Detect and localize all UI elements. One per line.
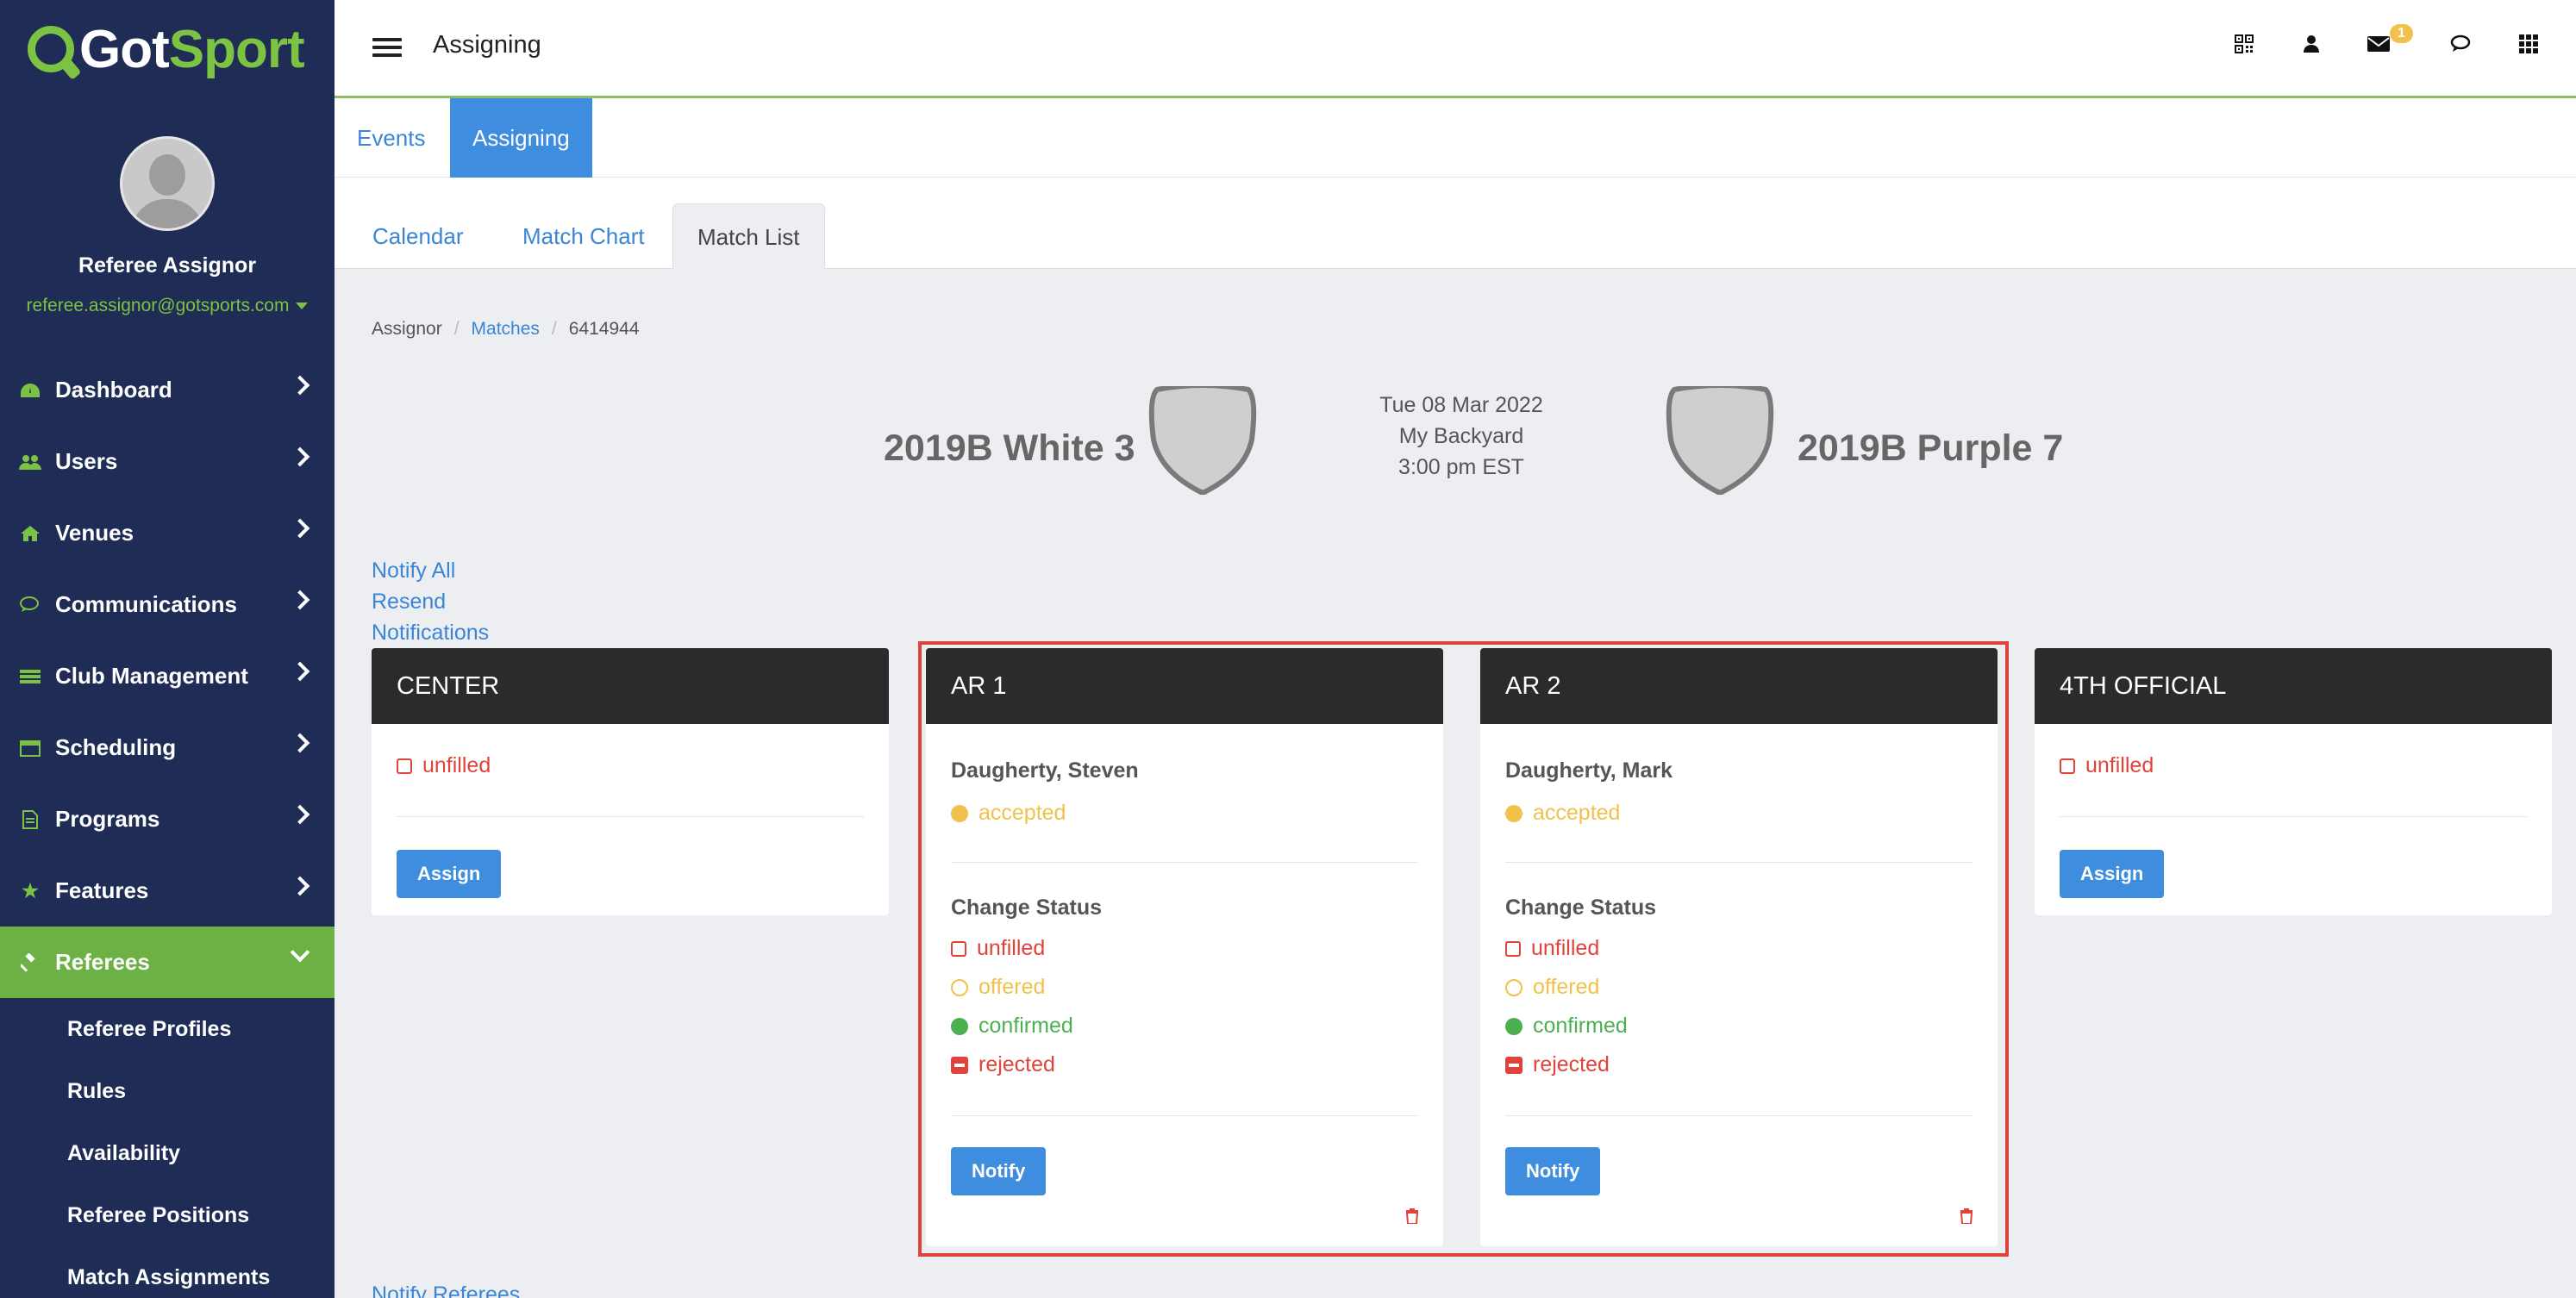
logo-text-got: Got [79,19,170,79]
sidebar-item-programs[interactable]: Programs [0,783,335,855]
sidebar-item-label: Dashboard [55,377,172,403]
sidebar-item-label: Scheduling [55,734,177,760]
tab-match-chart[interactable]: Match Chart [498,203,669,269]
status-unfilled: unfilled [397,753,864,778]
user-profile: Referee Assignor referee.assignor@gotspo… [0,98,335,316]
sidebar-item-scheduling[interactable]: Scheduling [0,712,335,783]
logo-text-sport: Sport [168,19,305,79]
logo-mark-icon [28,26,74,72]
square-outline-icon [397,758,412,774]
chevron-right-icon [290,733,310,753]
notify-referees-link[interactable]: Notify Referees [372,1282,520,1298]
notifications-link[interactable]: Notifications [372,617,489,648]
breadcrumb: Assignor / Matches/6414944 [372,319,640,339]
caret-down-icon [296,303,309,310]
assign-button[interactable]: Assign [397,850,502,898]
match-info: Tue 08 Mar 2022 My Backyard 3:00 pm EST [1362,390,1560,483]
sidebar-subitem-referee-positions[interactable]: Referee Positions [0,1184,335,1246]
sidebar: GotSport Referee Assignor referee.assign… [0,0,335,1298]
gavel-icon [19,952,41,972]
chat-icon [19,596,41,615]
list-icon [19,667,41,686]
breadcrumb-match-id: 6414944 [568,319,640,339]
chevron-right-icon [290,804,310,825]
sidebar-item-label: Communications [55,591,237,617]
sidebar-item-label: Club Management [55,663,248,689]
chat-icon[interactable] [2448,31,2474,57]
notify-all-link[interactable]: Notify All [372,555,489,586]
card-title: CENTER [372,648,889,724]
sidebar-item-label: Users [55,448,118,474]
hamburger-menu-icon[interactable] [372,38,402,57]
chevron-right-icon [290,876,310,896]
mail-badge: 1 [2390,24,2413,43]
sidebar-item-label: Features [55,877,149,903]
center-card: CENTER unfilled Assign [372,648,889,915]
top-bar: Assigning 1 [335,0,2576,98]
tab-events[interactable]: Events [335,98,448,178]
sidebar-item-referees[interactable]: Referees [0,927,335,998]
home-icon [19,524,41,543]
dashboard-icon [19,381,41,400]
tab-calendar[interactable]: Calendar [348,203,488,269]
home-team-name: 2019B White 3 [884,427,1135,469]
sidebar-item-club-management[interactable]: Club Management [0,640,335,712]
sidebar-item-venues[interactable]: Venues [0,497,335,569]
highlight-box [918,641,2009,1257]
document-icon [19,809,41,829]
sidebar-item-label: Venues [55,520,134,546]
apps-grid-icon[interactable] [2516,31,2542,57]
sidebar-subitem-availability[interactable]: Availability [0,1122,335,1184]
chevron-right-icon [290,375,310,396]
gotsport-logo[interactable]: GotSport [0,0,335,98]
status-unfilled: unfilled [2060,753,2527,778]
match-date: Tue 08 Mar 2022 [1379,393,1543,417]
mail-icon[interactable]: 1 [2366,24,2413,57]
calendar-icon [19,739,41,758]
card-title: 4TH OFFICIAL [2035,648,2552,724]
star-icon: ★ [22,879,39,902]
sidebar-item-dashboard[interactable]: Dashboard [0,354,335,426]
breadcrumb-matches[interactable]: Matches [472,319,540,339]
tab-match-list[interactable]: Match List [672,203,825,269]
sidebar-item-label: Referees [55,949,150,975]
profile-name: Referee Assignor [78,253,257,278]
sidebar-item-users[interactable]: Users [0,426,335,497]
breadcrumb-assignor: Assignor [372,319,442,339]
profile-email-dropdown[interactable]: referee.assignor@gotsports.com [0,296,335,316]
sidebar-item-features[interactable]: ★ Features [0,855,335,927]
fourth-official-card: 4TH OFFICIAL unfilled Assign [2035,648,2552,915]
primary-tabs: Events Assigning [335,98,2576,178]
chevron-right-icon [290,518,310,539]
sidebar-item-label: Programs [55,806,160,832]
home-team-shield-icon [1148,386,1257,495]
secondary-tabs: Calendar Match Chart Match List [335,178,2576,269]
sidebar-subitem-rules[interactable]: Rules [0,1060,335,1122]
chevron-right-icon [290,661,310,682]
square-outline-icon [2060,758,2075,774]
qr-code-icon[interactable] [2231,31,2257,57]
user-icon[interactable] [2298,31,2324,57]
tab-assigning[interactable]: Assigning [450,98,592,178]
resend-link[interactable]: Resend [372,586,489,617]
chevron-right-icon [290,446,310,467]
users-icon [19,452,41,471]
chevron-right-icon [290,590,310,610]
sidebar-subitem-referee-profiles[interactable]: Referee Profiles [0,998,335,1060]
away-team-shield-icon [1666,386,1774,495]
assign-button[interactable]: Assign [2060,850,2165,898]
sidebar-subitem-match-assignments[interactable]: Match Assignments [0,1246,335,1298]
sidebar-item-communications[interactable]: Communications [0,569,335,640]
sidebar-nav: Dashboard Users Venues Communications Cl… [0,354,335,1298]
match-time: 3:00 pm EST [1398,455,1524,479]
page-title: Assigning [433,31,541,59]
away-team-name: 2019B Purple 7 [1798,427,2064,469]
notify-links: Notify All Resend Notifications [372,555,489,648]
avatar [120,136,215,231]
match-venue: My Backyard [1398,424,1524,448]
chevron-down-icon [290,942,310,963]
profile-email: referee.assignor@gotsports.com [26,296,290,315]
top-icons: 1 [2231,24,2542,57]
